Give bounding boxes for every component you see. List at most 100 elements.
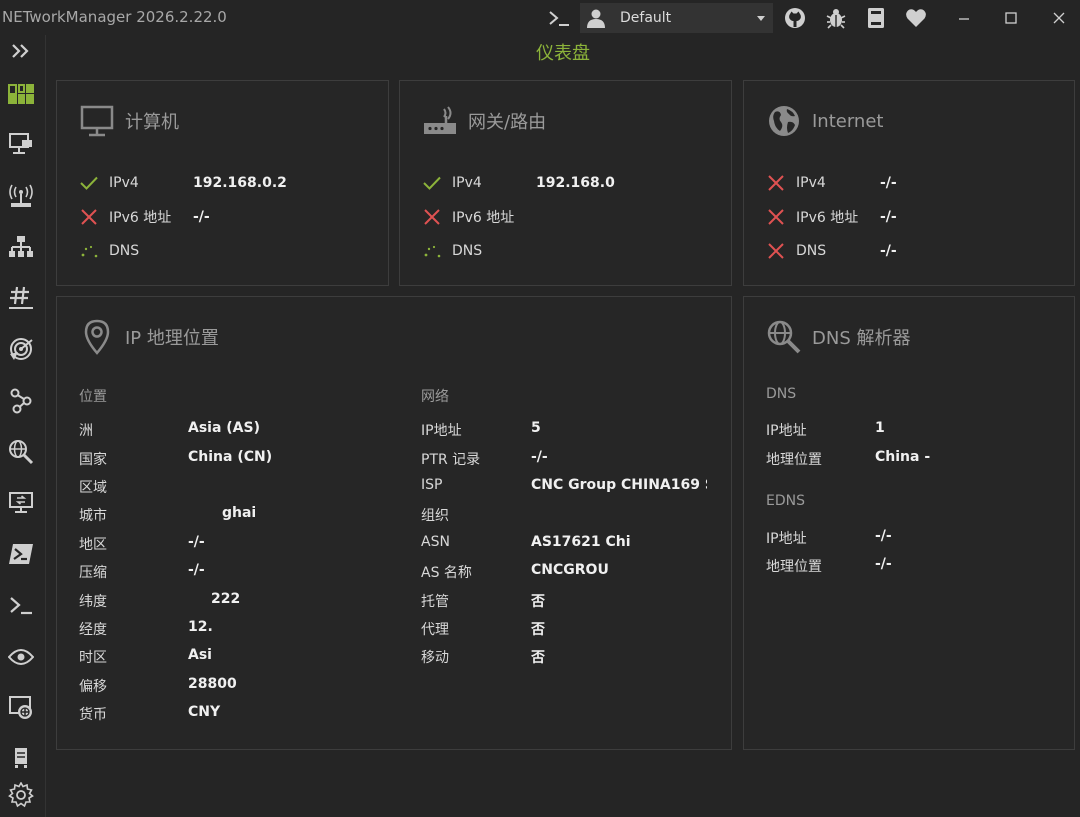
edns-ip-value: -/- — [875, 528, 892, 544]
location-offset-value: 28800 — [188, 676, 237, 692]
github-icon[interactable] — [783, 6, 807, 30]
gateway-ipv6-row: IPv6 地址 — [422, 207, 514, 227]
router-icon — [422, 103, 458, 139]
computer-ipv6-label: IPv6 地址 — [109, 210, 172, 226]
internet-card-title: Internet — [812, 110, 884, 132]
edns-section-head: EDNS — [766, 493, 805, 509]
location-timezone-value: Asi — [188, 647, 212, 663]
maximize-icon[interactable] — [999, 6, 1023, 30]
ip-geolocation-card: IP 地理位置 位置 网络 洲 Asia (AS) 国家 China (CN) … — [56, 296, 732, 750]
internet-ipv4-value: -/- — [880, 175, 897, 191]
dashboard-view: 仪表盘 计算机 IPv4 192.168.0.2 IPv6 地址 -/- DNS — [46, 35, 1080, 817]
gateway-card-title: 网关/路由 — [468, 112, 547, 133]
edns-ip-label: IP地址 — [766, 531, 807, 547]
network-asn-label: ASN — [421, 534, 450, 550]
network-interface-icon[interactable] — [7, 130, 35, 158]
internet-card-header: Internet — [766, 103, 883, 139]
internet-ipv6-label: IPv6 地址 — [796, 210, 859, 226]
dns-ip-value: 1 — [875, 420, 885, 436]
network-mobile-value: 否 — [531, 650, 545, 666]
dns-resolver-card-header: DNS 解析器 — [766, 319, 910, 355]
internet-dns-row: DNS -/- — [766, 241, 897, 261]
port-scanner-icon[interactable] — [7, 335, 35, 363]
ip-geolocation-card-header: IP 地理位置 — [79, 319, 219, 355]
powershell-icon[interactable] — [7, 540, 35, 568]
lan-icon[interactable] — [7, 233, 35, 261]
computer-ipv4-value: 192.168.0.2 — [193, 175, 287, 191]
settings-icon[interactable] — [7, 781, 35, 809]
dns-ip-label: IP地址 — [766, 423, 807, 439]
monitor-icon — [79, 103, 115, 139]
computer-dns-row: DNS — [79, 241, 139, 261]
terminal-icon[interactable] — [7, 591, 35, 619]
location-continent-label: 洲 — [79, 423, 93, 439]
location-latitude-label: 纬度 — [79, 594, 107, 610]
web-console-icon[interactable] — [7, 694, 35, 722]
gateway-ipv4-value: 192.168.0 — [536, 175, 615, 191]
network-ptr-label: PTR 记录 — [421, 452, 481, 468]
sidebar — [0, 35, 46, 817]
ip-scanner-icon[interactable] — [7, 284, 35, 312]
network-ptr-value: -/- — [531, 449, 548, 465]
minimize-icon[interactable] — [952, 6, 976, 30]
dns-geo-value: China - — [875, 449, 931, 465]
book-icon[interactable] — [864, 6, 888, 30]
dns-resolver-card-title: DNS 解析器 — [812, 328, 911, 349]
location-longitude-label: 经度 — [79, 622, 107, 638]
map-marker-icon — [79, 319, 115, 355]
location-city-value: ghai — [222, 505, 257, 521]
server-icon[interactable] — [7, 744, 35, 772]
dns-lookup-icon[interactable] — [7, 438, 35, 466]
gateway-ipv4-label: IPv4 — [452, 175, 482, 191]
location-district-label: 地区 — [79, 537, 107, 553]
network-isp-label: ISP — [421, 477, 443, 493]
check-icon — [79, 173, 99, 193]
computer-ipv6-value: -/- — [193, 209, 210, 225]
close-icon[interactable] — [1047, 6, 1071, 30]
internet-card: Internet IPv4 -/- IPv6 地址 -/- DNS -/- — [743, 80, 1075, 286]
computer-card-title: 计算机 — [125, 112, 179, 133]
ip-geolocation-card-title: IP 地理位置 — [125, 328, 219, 349]
traceroute-icon[interactable] — [7, 387, 35, 415]
location-section-head: 位置 — [79, 389, 107, 405]
cross-icon — [766, 241, 786, 261]
globe-search-icon — [766, 319, 802, 355]
terminal-icon[interactable] — [547, 6, 571, 30]
location-offset-label: 偏移 — [79, 679, 107, 695]
profile-selector[interactable]: Default — [580, 3, 773, 33]
expand-icon[interactable] — [7, 37, 35, 65]
dashboard-icon[interactable] — [7, 80, 35, 108]
gateway-card: 网关/路由 IPv4 192.168.0 IPv6 地址 DNS — [399, 80, 732, 286]
dns-geo-label: 地理位置 — [766, 452, 822, 468]
eye-icon[interactable] — [7, 643, 35, 671]
network-ip-label: IP地址 — [421, 423, 462, 439]
network-proxy-label: 代理 — [421, 622, 449, 638]
network-hosting-value: 否 — [531, 594, 545, 610]
network-isp-value: CNC Group CHINA169 Sh — [531, 477, 707, 493]
loading-icon — [79, 241, 99, 261]
network-mobile-label: 移动 — [421, 650, 449, 666]
location-country-value: China (CN) — [188, 449, 273, 465]
user-icon — [587, 9, 605, 28]
computer-card: 计算机 IPv4 192.168.0.2 IPv6 地址 -/- DNS — [56, 80, 389, 286]
network-ip-value: 5 — [531, 420, 541, 436]
location-continent-value: Asia (AS) — [188, 420, 261, 436]
internet-ipv6-row: IPv6 地址 -/- — [766, 207, 897, 227]
location-zip-label: 压缩 — [79, 565, 107, 581]
bug-icon[interactable] — [824, 6, 848, 30]
gateway-ipv4-row: IPv4 192.168.0 — [422, 173, 615, 193]
network-as-name-label: AS 名称 — [421, 565, 472, 581]
heart-icon[interactable] — [904, 6, 928, 30]
internet-ipv4-row: IPv4 -/- — [766, 173, 897, 193]
cross-icon — [766, 173, 786, 193]
cross-icon — [766, 207, 786, 227]
wifi-icon[interactable] — [7, 182, 35, 210]
computer-card-header: 计算机 — [79, 103, 179, 139]
network-hosting-label: 托管 — [421, 594, 449, 610]
location-region-label: 区域 — [79, 480, 107, 496]
app-title: NETworkManager 2026.2.22.0 — [2, 8, 227, 26]
remote-desktop-icon[interactable] — [7, 489, 35, 517]
edns-geo-value: -/- — [875, 556, 892, 572]
network-proxy-value: 否 — [531, 622, 545, 638]
network-org-label: 组织 — [421, 508, 449, 524]
